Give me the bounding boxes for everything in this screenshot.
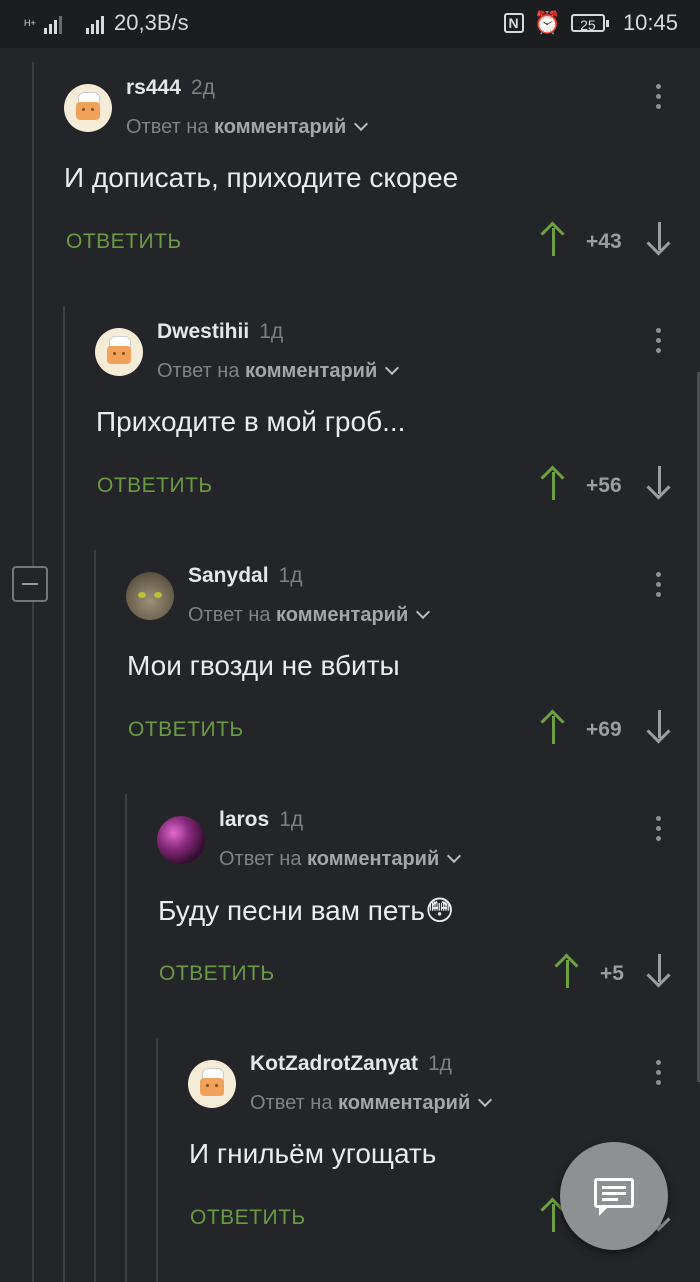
- reply-button[interactable]: ОТВЕТИТЬ: [159, 962, 275, 986]
- chevron-down-icon: [385, 360, 400, 376]
- nfc-icon: N: [503, 13, 524, 33]
- chevron-down-icon: [478, 1092, 493, 1108]
- network-type-icon: H+: [24, 17, 36, 28]
- username[interactable]: Sanydal: [188, 564, 269, 587]
- write-comment-button[interactable]: [560, 1142, 668, 1250]
- reply-button[interactable]: ОТВЕТИТЬ: [66, 230, 182, 254]
- downvote-icon[interactable]: [646, 710, 672, 744]
- chevron-down-icon: [447, 848, 462, 864]
- username[interactable]: KotZadrotZanyat: [250, 1052, 418, 1075]
- comment-time: 1д: [428, 1052, 452, 1075]
- comment-text: Буду песни вам петь😳: [158, 895, 455, 926]
- avatar[interactable]: [95, 328, 143, 376]
- alarm-icon: ⏰: [533, 10, 561, 35]
- downvote-icon[interactable]: [646, 466, 672, 500]
- avatar[interactable]: [188, 1060, 236, 1108]
- chevron-down-icon: [354, 116, 369, 132]
- reply-button[interactable]: ОТВЕТИТЬ: [128, 718, 244, 742]
- more-options-icon[interactable]: [656, 816, 662, 846]
- chevron-down-icon: [416, 604, 431, 620]
- status-bar: H+ 20,3B/s N ⏰ 25 10:45: [0, 0, 700, 48]
- avatar[interactable]: [126, 572, 174, 620]
- upvote-icon[interactable]: [540, 709, 566, 744]
- reply-target: комментарий: [214, 116, 347, 138]
- reply-prefix: Ответ на: [188, 604, 271, 626]
- reply-to-link[interactable]: Ответ на комментарий: [219, 848, 462, 871]
- comment-text: Приходите в мой гроб...: [96, 406, 406, 437]
- comment-text: И гнильём угощать: [189, 1138, 437, 1169]
- signal-strength-icon: [44, 12, 62, 34]
- reply-target: комментарий: [307, 848, 440, 870]
- comment: Dwestihii 1д Ответ на комментарий Приходи…: [0, 306, 700, 550]
- comment-time: 1д: [279, 808, 304, 831]
- comment-score: +69: [586, 718, 622, 741]
- comment-score: +5: [600, 962, 624, 985]
- upvote-icon[interactable]: [540, 465, 566, 500]
- reply-to-link[interactable]: Ответ на комментарий: [188, 604, 431, 627]
- comment-time: 1д: [278, 564, 303, 587]
- comment-text: Мои гвозди не вбиты: [127, 650, 400, 681]
- more-options-icon[interactable]: [656, 328, 662, 358]
- reply-to-link[interactable]: Ответ на комментарий: [157, 360, 400, 383]
- reply-button[interactable]: ОТВЕТИТЬ: [190, 1206, 306, 1230]
- reply-to-link[interactable]: Ответ на комментарий: [250, 1092, 493, 1115]
- reply-prefix: Ответ на: [250, 1092, 333, 1114]
- reply-button[interactable]: ОТВЕТИТЬ: [97, 474, 213, 498]
- username[interactable]: rs444: [126, 76, 181, 99]
- username[interactable]: laros: [219, 808, 269, 831]
- reply-prefix: Ответ на: [219, 848, 302, 870]
- reply-target: комментарий: [245, 360, 378, 382]
- downvote-icon[interactable]: [646, 954, 672, 988]
- more-options-icon[interactable]: [656, 572, 662, 602]
- more-options-icon[interactable]: [656, 84, 662, 114]
- reply-target: комментарий: [276, 604, 409, 626]
- clock: 10:45: [622, 10, 678, 35]
- upvote-icon[interactable]: [554, 953, 580, 988]
- reply-to-link[interactable]: Ответ на комментарий: [126, 116, 369, 139]
- comment-text: И дописать, приходите скорее: [64, 162, 459, 193]
- network-speed: 20,3B/s: [114, 10, 189, 35]
- reply-target: комментарий: [338, 1092, 471, 1114]
- username[interactable]: Dwestihii: [157, 320, 249, 343]
- upvote-icon[interactable]: [540, 221, 566, 256]
- comment-score: +43: [586, 230, 622, 253]
- avatar[interactable]: [157, 816, 205, 864]
- avatar[interactable]: [64, 84, 112, 132]
- comment: laros 1д Ответ на комментарий Буду песни …: [0, 794, 700, 1038]
- reply-prefix: Ответ на: [126, 116, 209, 138]
- comment-time: 2д: [190, 76, 215, 99]
- comment: rs444 2д Ответ на комментарий И дописать,…: [0, 62, 700, 306]
- more-options-icon[interactable]: [656, 1060, 662, 1090]
- comment: Sanydal 1д Ответ на комментарий Мои гвозд…: [0, 550, 700, 794]
- signal-strength-icon-2: [86, 12, 104, 34]
- comment-time: 1д: [259, 320, 284, 343]
- reply-prefix: Ответ на: [157, 360, 240, 382]
- battery-icon: 25: [570, 14, 609, 33]
- comment-score: +56: [586, 474, 622, 497]
- downvote-icon[interactable]: [646, 222, 672, 256]
